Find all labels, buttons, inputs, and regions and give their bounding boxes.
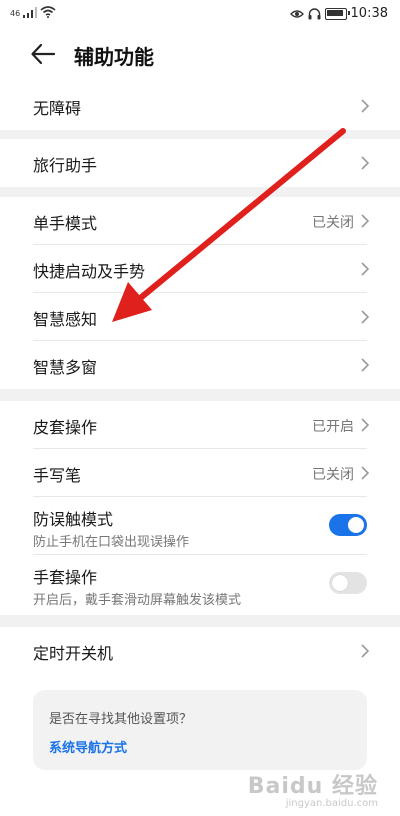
chevron-right-icon (361, 358, 370, 372)
settings-item-stylus[interactable]: 手写笔 已关闭 (0, 449, 400, 497)
chevron-right-icon (361, 466, 370, 480)
settings-group-gestures: 单手模式 已关闭 快捷启动及手势 智慧感知 智慧多窗 (0, 197, 400, 389)
item-label: 定时开关机 (33, 644, 114, 663)
settings-item-one-hand-mode[interactable]: 单手模式 已关闭 (0, 197, 400, 245)
chevron-right-icon (361, 418, 370, 432)
system-navigation-link[interactable]: 系统导航方式 (49, 737, 127, 756)
suggestion-question: 是否在寻找其他设置项？ (49, 712, 193, 727)
settings-item-quick-launch-gestures[interactable]: 快捷启动及手势 (0, 245, 400, 293)
headphones-icon (308, 7, 321, 19)
item-description: 防止手机在口袋出现误操作 (33, 535, 190, 550)
settings-group-input: 皮套操作 已开启 手写笔 已关闭 防误触模式 防止手机在口袋出现误操作 手套操作… (0, 401, 400, 613)
item-label: 旅行助手 (33, 156, 98, 175)
section-divider (0, 615, 400, 627)
item-label: 智慧感知 (33, 310, 98, 329)
settings-item-cover-operation[interactable]: 皮套操作 已开启 (0, 401, 400, 449)
toggle-knob (348, 517, 364, 533)
section-divider (0, 389, 400, 401)
chevron-right-icon (361, 644, 370, 658)
item-status: 已开启 (312, 419, 354, 435)
settings-item-accessibility[interactable]: 无障碍 (0, 82, 400, 130)
chevron-right-icon (361, 99, 370, 113)
battery-icon (324, 7, 350, 20)
item-label: 皮套操作 (33, 418, 98, 437)
app-header: 辅助功能 (0, 28, 400, 80)
accidental-touch-toggle[interactable] (329, 514, 367, 536)
signal-icon (23, 7, 38, 18)
baidu-watermark: Baidu 经验 jingyan.baidu.com (248, 768, 378, 809)
settings-group-accessibility: 无障碍 (0, 82, 400, 130)
item-description: 开启后，戴手套滑动屏幕触发该模式 (33, 593, 242, 608)
settings-group-schedule: 定时开关机 (0, 627, 400, 675)
chevron-right-icon (361, 156, 370, 170)
settings-group-travel: 旅行助手 (0, 139, 400, 187)
settings-item-travel-assistant[interactable]: 旅行助手 (0, 139, 400, 187)
page-title: 辅助功能 (74, 45, 154, 69)
item-label: 智慧多窗 (33, 358, 98, 377)
eye-comfort-icon (289, 9, 304, 18)
item-label: 单手模式 (33, 214, 98, 233)
suggestion-card: 是否在寻找其他设置项？ 系统导航方式 (33, 690, 367, 770)
settings-item-scheduled-power[interactable]: 定时开关机 (0, 627, 400, 675)
item-label: 手写笔 (33, 466, 82, 485)
chevron-right-icon (361, 310, 370, 324)
glove-mode-toggle[interactable] (329, 572, 367, 594)
toggle-knob (332, 575, 348, 591)
item-label: 快捷启动及手势 (33, 262, 146, 281)
item-label: 防误触模式 (33, 510, 114, 529)
item-status: 已关闭 (312, 467, 354, 483)
status-bar-left: 46 (10, 6, 56, 18)
item-status: 已关闭 (312, 215, 354, 231)
item-label: 无障碍 (33, 99, 82, 118)
settings-item-glove-mode: 手套操作 开启后，戴手套滑动屏幕触发该模式 (0, 555, 400, 613)
wifi-icon (40, 6, 56, 18)
clock: 10:38 (350, 6, 388, 21)
settings-item-multi-window[interactable]: 智慧多窗 (0, 341, 400, 389)
back-arrow-icon[interactable] (30, 42, 56, 66)
network-type-label: 46 (10, 9, 21, 18)
settings-item-smart-sensing[interactable]: 智慧感知 (0, 293, 400, 341)
chevron-right-icon (361, 262, 370, 276)
status-bar: 46 10:38 (0, 0, 400, 28)
item-label: 手套操作 (33, 568, 98, 587)
status-bar-right: 10:38 (289, 6, 388, 21)
watermark-logo: Baidu 经验 (247, 774, 378, 799)
settings-item-accidental-touch: 防误触模式 防止手机在口袋出现误操作 (0, 497, 400, 555)
chevron-right-icon (361, 214, 370, 228)
